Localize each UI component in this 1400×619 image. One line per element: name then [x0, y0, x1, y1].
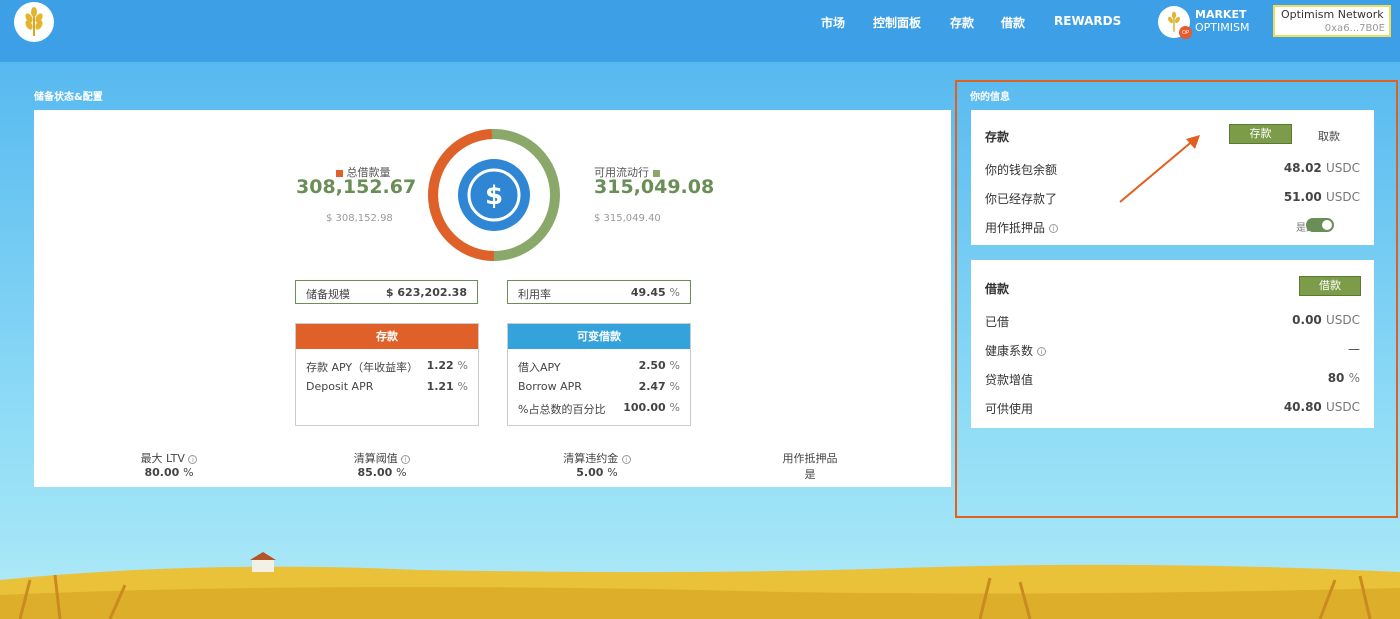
reserve-card: 总借款量 308,152.67 $ 308,152.98 $ 可用流动行 315… [34, 110, 951, 487]
deposit-apr-row: Deposit APR 1.21 % [306, 380, 468, 393]
utilization-box: 利用率 49.45 % [507, 280, 691, 304]
available-liquidity-value: 315,049.08 [594, 176, 715, 198]
nav-deposit[interactable]: 存款 [950, 14, 974, 31]
borrow-apy-row: 借入APY 2.50 % [518, 359, 680, 374]
deposit-apy-row: 存款 APY（年收益率） 1.22 % [306, 359, 468, 374]
info-icon[interactable]: i [1036, 347, 1046, 356]
utilization-value: 49.45 % [630, 286, 680, 299]
wallet-address: 0xa6...7B0E [1324, 23, 1385, 34]
stat-liquidation-threshold: 清算阈值 i 85.00 % [337, 450, 427, 479]
network-name: Optimism Network [1281, 8, 1384, 21]
nav-rewards[interactable]: REWARDS [1054, 14, 1121, 28]
reserve-donut-chart: $ [428, 129, 560, 261]
stat-liquidation-penalty: 清算违约金 i 5.00 % [547, 450, 647, 479]
reserve-size-value: $ 623,202.38 [385, 286, 467, 299]
info-icon[interactable]: i [1048, 224, 1058, 233]
reserve-section-title: 储备状态&配置 [34, 92, 103, 103]
reserve-size-label: 储备规模 [306, 288, 350, 301]
app-logo[interactable] [14, 2, 54, 42]
info-icon[interactable]: i [401, 454, 411, 464]
wheat-icon [25, 7, 43, 36]
available-liquidity-usd: $ 315,049.40 [594, 213, 661, 224]
collateral-toggle[interactable] [1306, 218, 1334, 232]
loan-to-value-row: 贷款增值 80 % [985, 371, 1360, 387]
available-to-borrow-row: 可供使用 40.80 USDC [985, 400, 1360, 416]
stat-max-ltv: 最大 LTV i 80.00 % [124, 450, 214, 479]
deposit-panel-title: 存款 [296, 324, 478, 349]
market-label: MARKET [1195, 8, 1247, 21]
total-borrowed-usd: $ 308,152.98 [326, 213, 393, 224]
total-borrowed-value: 308,152.67 [296, 176, 417, 198]
use-as-collateral-row: 用作抵押品 i 是的 [985, 219, 1360, 236]
usdc-icon: $ [485, 181, 503, 211]
annotation-arrow [1119, 135, 1200, 203]
top-header: 市场 控制面板 存款 借款 REWARDS OP MARKET OPTIMISM… [0, 0, 1400, 44]
variable-panel-title: 可变借款 [508, 324, 690, 349]
nav-markets[interactable]: 市场 [821, 14, 845, 31]
network-wallet-button[interactable]: Optimism Network 0xa6...7B0E [1273, 5, 1391, 37]
deposit-rates-panel: 存款 存款 APY（年收益率） 1.22 % Deposit APR 1.21 % [295, 323, 479, 426]
market-selector[interactable]: OP [1158, 6, 1192, 39]
market-name: OPTIMISM [1195, 21, 1250, 34]
health-factor-row: 健康系数 i — [985, 342, 1360, 358]
info-icon[interactable]: i [188, 454, 198, 464]
wheat-field-illustration [0, 552, 1400, 619]
variable-borrow-panel: 可变借款 借入APY 2.50 % Borrow APR 2.47 % %占总数的百… [507, 323, 691, 426]
borrowed-row: 已借 0.00 USDC [985, 313, 1360, 329]
borrow-apr-row: Borrow APR 2.47 % [518, 380, 680, 393]
reserve-size-box: 储备规模 $ 623,202.38 [295, 280, 478, 304]
deposit-button[interactable]: 存款 [1229, 124, 1292, 144]
borrow-share-row: %占总数的百分比 100.00 % [518, 401, 680, 416]
nav-borrow[interactable]: 借款 [1001, 14, 1025, 31]
info-icon[interactable]: i [621, 454, 631, 464]
stat-collateral: 用作抵押品是 [782, 452, 838, 481]
utilization-label: 利用率 [518, 288, 551, 301]
withdraw-button[interactable]: 取款 [1318, 128, 1340, 144]
nav-dashboard[interactable]: 控制面板 [873, 14, 921, 31]
borrow-button[interactable]: 借款 [1299, 276, 1361, 296]
user-borrow-card: 借款 借款 已借 0.00 USDC 健康系数 i — 贷款增值 80 % 可供使用 4… [971, 260, 1374, 428]
optimism-badge: OP [1179, 26, 1192, 39]
user-section-title: 你的信息 [970, 92, 1010, 103]
